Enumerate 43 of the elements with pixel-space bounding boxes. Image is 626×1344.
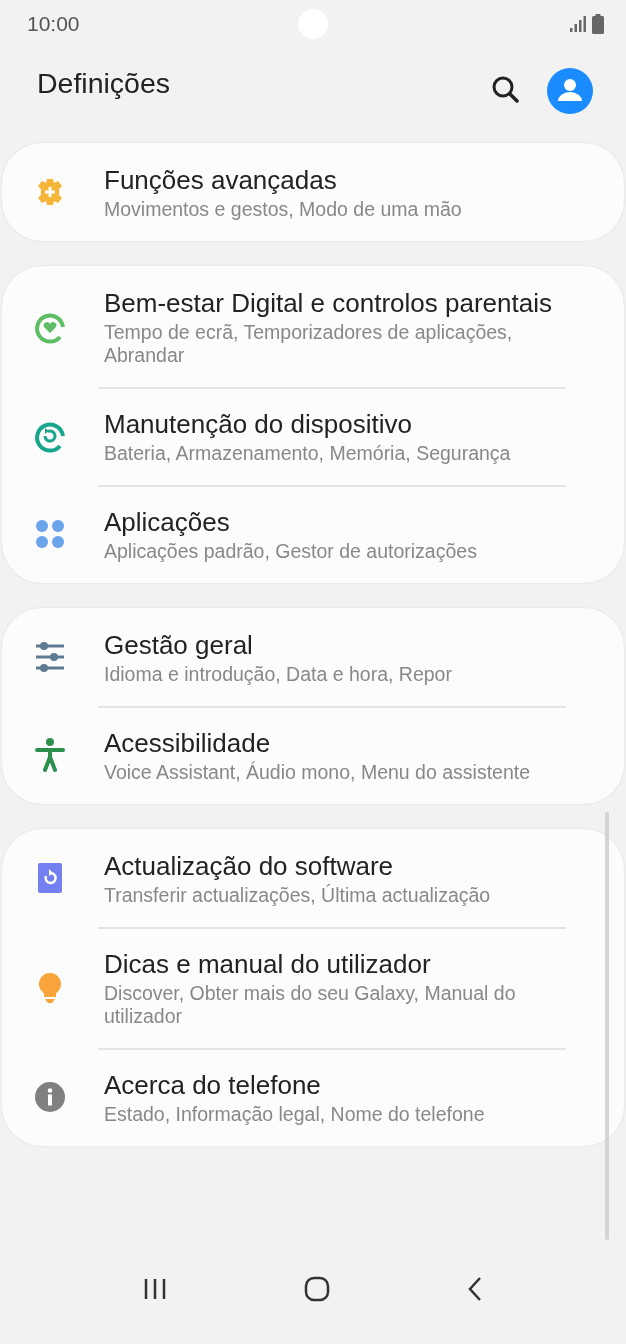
- item-title: Funções avançadas: [104, 164, 338, 196]
- sliders-icon: [34, 642, 66, 672]
- status-time: 10:00: [27, 12, 80, 36]
- item-title: Aplicações: [104, 506, 231, 538]
- gear-plus-icon: [35, 177, 65, 207]
- settings-item[interactable]: Gestão geral Idioma e introdução, Data e hora, Repor: [2, 608, 624, 706]
- item-subtitle: Discover, Obter mais do seu Galaxy, Manual do utilizador: [104, 982, 517, 1028]
- settings-item[interactable]: Bem-estar Digital e controlos parentais Tempo de ecrã, Temporizadores de aplicações, Abrandar: [2, 266, 624, 387]
- page-title: Definições: [37, 68, 172, 98]
- recent-apps-icon[interactable]: [143, 1278, 168, 1300]
- item-title: Dicas e manual do utilizador: [104, 948, 432, 980]
- account-button[interactable]: [547, 68, 593, 114]
- scrollbar[interactable]: [605, 812, 609, 1240]
- item-subtitle: Aplicações padrão, Gestor de autorizações: [104, 540, 478, 563]
- refresh-icon: [38, 863, 62, 893]
- battery-icon: [592, 14, 604, 34]
- settings-item[interactable]: Acessibilidade Voice Assistant, Áudio mono, Menu do assistente: [2, 706, 624, 804]
- settings-item[interactable]: Aplicações Aplicações padrão, Gestor de autorizações: [2, 485, 624, 583]
- item-subtitle: Idioma e introdução, Data e hora, Repor: [104, 663, 453, 686]
- item-subtitle: Bateria, Armazenamento, Memória, Segurança: [104, 442, 512, 465]
- item-title: Acerca do telefone: [104, 1069, 322, 1101]
- item-subtitle: Estado, Informação legal, Nome do telefone: [104, 1103, 486, 1126]
- item-title: Acessibilidade: [104, 727, 272, 759]
- item-subtitle: Voice Assistant, Áudio mono, Menu do assistente: [104, 761, 531, 784]
- info-icon: [35, 1082, 65, 1112]
- settings-item[interactable]: Acerca do telefone Estado, Informação legal, Nome do telefone: [2, 1048, 624, 1146]
- settings-item[interactable]: Actualização do software Transferir actualizações, Última actualização: [2, 829, 624, 927]
- home-icon[interactable]: [304, 1276, 330, 1302]
- item-subtitle: Movimentos e gestos, Modo de uma mão: [104, 198, 463, 221]
- settings-item[interactable]: Manutenção do dispositivo Bateria, Armazenamento, Memória, Segurança: [2, 387, 624, 485]
- item-title: Bem-estar Digital e controlos parentais: [104, 287, 553, 319]
- lightbulb-icon: [38, 971, 62, 1004]
- signal-icon: [570, 16, 586, 32]
- item-subtitle: Tempo de ecrã, Temporizadores de aplicações, Abrandar: [104, 321, 514, 367]
- person-icon: [35, 738, 65, 772]
- item-title: Manutenção do dispositivo: [104, 408, 413, 440]
- back-icon[interactable]: [466, 1276, 483, 1302]
- four-dots-icon: [34, 518, 66, 550]
- settings-item[interactable]: Funções avançadas Movimentos e gestos, Modo de uma mão: [2, 143, 624, 241]
- settings-item[interactable]: Dicas e manual do utilizador Discover, Obter mais do seu Galaxy, Manual do utilizador: [2, 927, 624, 1048]
- item-title: Actualização do software: [104, 850, 395, 882]
- item-title: Gestão geral: [104, 629, 254, 661]
- item-subtitle: Transferir actualizações, Última actualização: [104, 884, 492, 907]
